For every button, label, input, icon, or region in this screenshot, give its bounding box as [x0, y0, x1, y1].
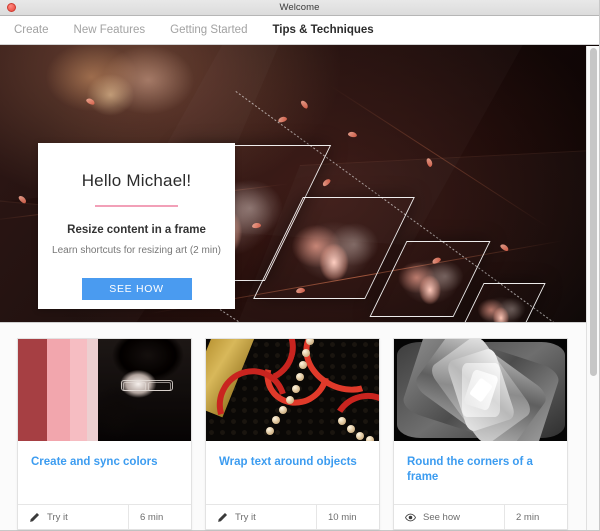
- card-thumbnail[interactable]: [18, 339, 191, 441]
- pencil-icon: [218, 512, 228, 522]
- card-body: Round the corners of a frame: [394, 441, 567, 504]
- hero-promo-card: Hello Michael! Resize content in a frame…: [38, 143, 235, 309]
- card-action-label: See how: [423, 511, 460, 523]
- see-how-button[interactable]: SEE HOW: [81, 277, 192, 300]
- card-action-label: Try it: [235, 511, 256, 523]
- lotus-flower: [388, 245, 472, 313]
- divider-rule: [95, 205, 178, 207]
- pencil-icon: [30, 512, 40, 522]
- eyeglasses: [120, 379, 174, 392]
- welcome-window: Welcome Create New Features Getting Star…: [0, 0, 600, 531]
- card-duration: 10 min: [328, 511, 357, 523]
- tab-getting-started[interactable]: Getting Started: [170, 16, 247, 45]
- lotus-flower: [278, 203, 390, 293]
- card-title-link[interactable]: Create and sync colors: [31, 455, 178, 470]
- tutorial-card-list: Create and sync colors Try it 6 min Wrap…: [0, 323, 599, 530]
- vertical-scrollbar[interactable]: [586, 46, 599, 530]
- tab-tips-and-techniques[interactable]: Tips & Techniques: [272, 16, 373, 45]
- card-duration: 2 min: [516, 511, 540, 523]
- card-body: Wrap text around objects: [206, 441, 379, 504]
- card-title-link[interactable]: Round the corners of a frame: [407, 455, 554, 485]
- scrollbar-thumb[interactable]: [590, 48, 597, 376]
- promo-description: Learn shortcuts for resizing art (2 min): [52, 244, 221, 256]
- card-body: Create and sync colors: [18, 441, 191, 504]
- tutorial-card[interactable]: Wrap text around objects Try it 10 min: [205, 338, 380, 530]
- window-title: Welcome: [279, 2, 320, 13]
- card-footer: Try it 6 min: [18, 504, 191, 529]
- tab-new-features[interactable]: New Features: [74, 16, 146, 45]
- tutorial-card[interactable]: Round the corners of a frame See how 2 m…: [393, 338, 568, 530]
- card-footer: See how 2 min: [394, 504, 567, 529]
- card-thumbnail[interactable]: [206, 339, 379, 441]
- lotus-flower: [470, 286, 532, 322]
- tab-bar: Create New Features Getting Started Tips…: [0, 16, 599, 45]
- card-action-label: Try it: [47, 511, 68, 523]
- portrait-image: [97, 339, 191, 441]
- card-thumbnail[interactable]: [394, 339, 567, 441]
- card-title-link[interactable]: Wrap text around objects: [219, 455, 366, 470]
- card-footer: Try it 10 min: [206, 504, 379, 529]
- eye-icon: [405, 513, 416, 521]
- promo-headline: Resize content in a frame: [67, 223, 206, 236]
- thumb-rose: [394, 339, 567, 441]
- card-action-see-how[interactable]: See how: [394, 505, 505, 529]
- thumb-ribbons: [206, 339, 379, 441]
- hero-banner[interactable]: Hello Michael! Resize content in a frame…: [0, 45, 599, 323]
- tutorial-card[interactable]: Create and sync colors Try it 6 min: [17, 338, 192, 530]
- card-action-try-it[interactable]: Try it: [206, 505, 317, 529]
- title-bar: Welcome: [0, 0, 599, 16]
- card-duration: 6 min: [140, 511, 164, 523]
- card-action-try-it[interactable]: Try it: [18, 505, 129, 529]
- greeting-text: Hello Michael!: [81, 171, 192, 190]
- tab-create[interactable]: Create: [14, 16, 49, 45]
